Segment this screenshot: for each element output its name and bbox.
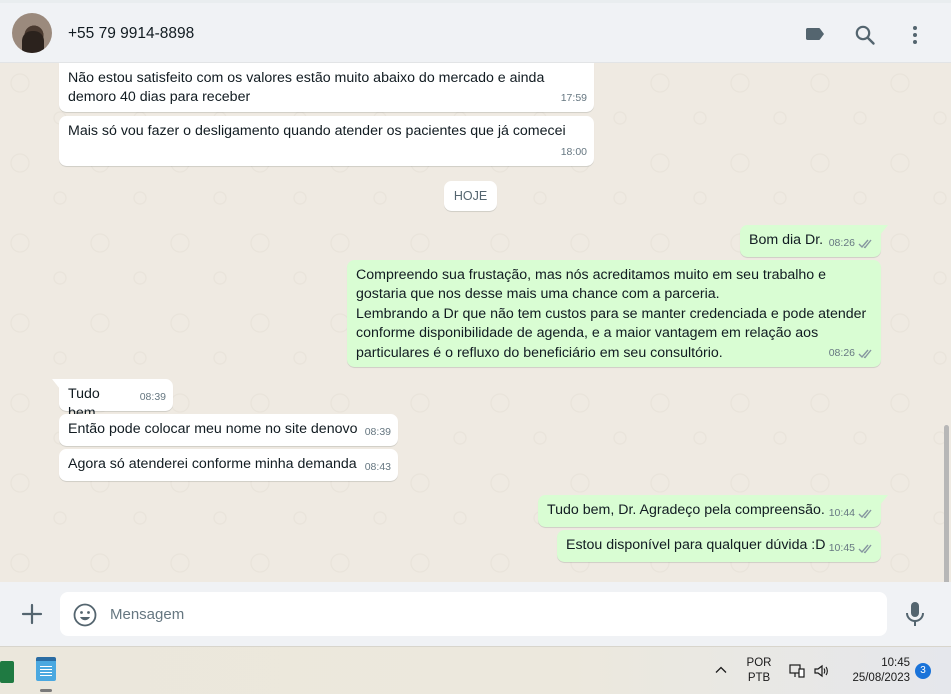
chevron-up-icon[interactable]	[713, 662, 729, 678]
message-time: 08:39	[364, 425, 391, 438]
message-incoming[interactable]: Agora só atenderei conforme minha demand…	[59, 449, 398, 481]
search-icon[interactable]	[853, 23, 877, 47]
message-outgoing[interactable]: Bom dia Dr. 08:26	[740, 225, 888, 257]
active-app-indicator	[40, 689, 52, 692]
excel-app-icon[interactable]	[0, 661, 14, 683]
double-check-icon	[858, 239, 872, 249]
message-composer	[0, 582, 951, 646]
system-clock[interactable]: 10:45 25/08/2023	[840, 656, 910, 686]
clock-date: 25/08/2023	[852, 672, 910, 684]
message-text: Mais só vou fazer o desligamento quando …	[68, 123, 566, 139]
message-text: Estou disponível para qualquer dúvida :D	[566, 537, 826, 553]
volume-icon[interactable]	[812, 662, 830, 680]
contact-name[interactable]: +55 79 9914-8898	[68, 25, 194, 43]
message-time: 08:26	[828, 236, 855, 249]
input-language[interactable]: POR PTB	[745, 656, 773, 686]
double-check-icon	[858, 509, 872, 519]
contact-avatar[interactable]	[12, 13, 52, 53]
message-time: 10:44	[828, 506, 855, 519]
message-input-box	[60, 592, 887, 636]
message-list[interactable]: Não estou satisfeito com os valores estã…	[0, 63, 951, 582]
date-separator: HOJE	[444, 181, 497, 211]
message-text: Agora só atenderei conforme minha demand…	[68, 456, 357, 472]
message-time: 08:43	[364, 460, 391, 473]
message-time: 08:39	[139, 390, 166, 403]
os-taskbar: POR PTB 10:45 25/08/2023 3	[0, 646, 951, 694]
message-time: 08:26	[828, 346, 855, 359]
notification-badge[interactable]: 3	[915, 663, 931, 679]
message-incoming[interactable]: Não estou satisfeito com os valores estã…	[59, 63, 594, 112]
attach-plus-icon[interactable]	[20, 602, 44, 626]
menu-dots-icon[interactable]	[903, 23, 927, 47]
label-icon[interactable]	[803, 23, 827, 47]
message-time: 10:45	[828, 541, 855, 554]
message-incoming[interactable]: Mais só vou fazer o desligamento quando …	[59, 116, 594, 166]
microphone-icon[interactable]	[903, 600, 927, 628]
message-incoming[interactable]: Tudo bem 08:39	[52, 379, 173, 421]
message-text: Compreendo sua frustação, mas nós acredi…	[356, 267, 867, 361]
message-incoming[interactable]: Então pode colocar meu nome no site deno…	[59, 414, 398, 446]
message-time: 18:00	[560, 145, 587, 158]
keyboard-layout: PTB	[747, 672, 771, 684]
message-text: Então pode colocar meu nome no site deno…	[68, 421, 358, 437]
chat-scrollbar[interactable]	[944, 425, 949, 582]
message-text: Não estou satisfeito com os valores estã…	[68, 70, 545, 106]
language-code: POR	[746, 657, 772, 669]
double-check-icon	[858, 349, 872, 359]
network-icon[interactable]	[788, 662, 806, 680]
chat-header: +55 79 9914-8898	[0, 0, 951, 63]
emoji-icon[interactable]	[72, 602, 98, 628]
message-text: Tudo bem, Dr. Agradeço pela compreensão.	[547, 502, 825, 518]
clock-time: 10:45	[881, 657, 910, 669]
message-outgoing[interactable]: Estou disponível para qualquer dúvida :D…	[557, 530, 881, 562]
message-outgoing[interactable]: Compreendo sua frustação, mas nós acredi…	[347, 260, 881, 367]
message-time: 17:59	[560, 91, 587, 104]
message-input[interactable]	[110, 592, 870, 636]
notepad-app-icon[interactable]	[36, 657, 56, 681]
message-outgoing[interactable]: Tudo bem, Dr. Agradeço pela compreensão.…	[538, 495, 888, 527]
double-check-icon	[858, 544, 872, 554]
